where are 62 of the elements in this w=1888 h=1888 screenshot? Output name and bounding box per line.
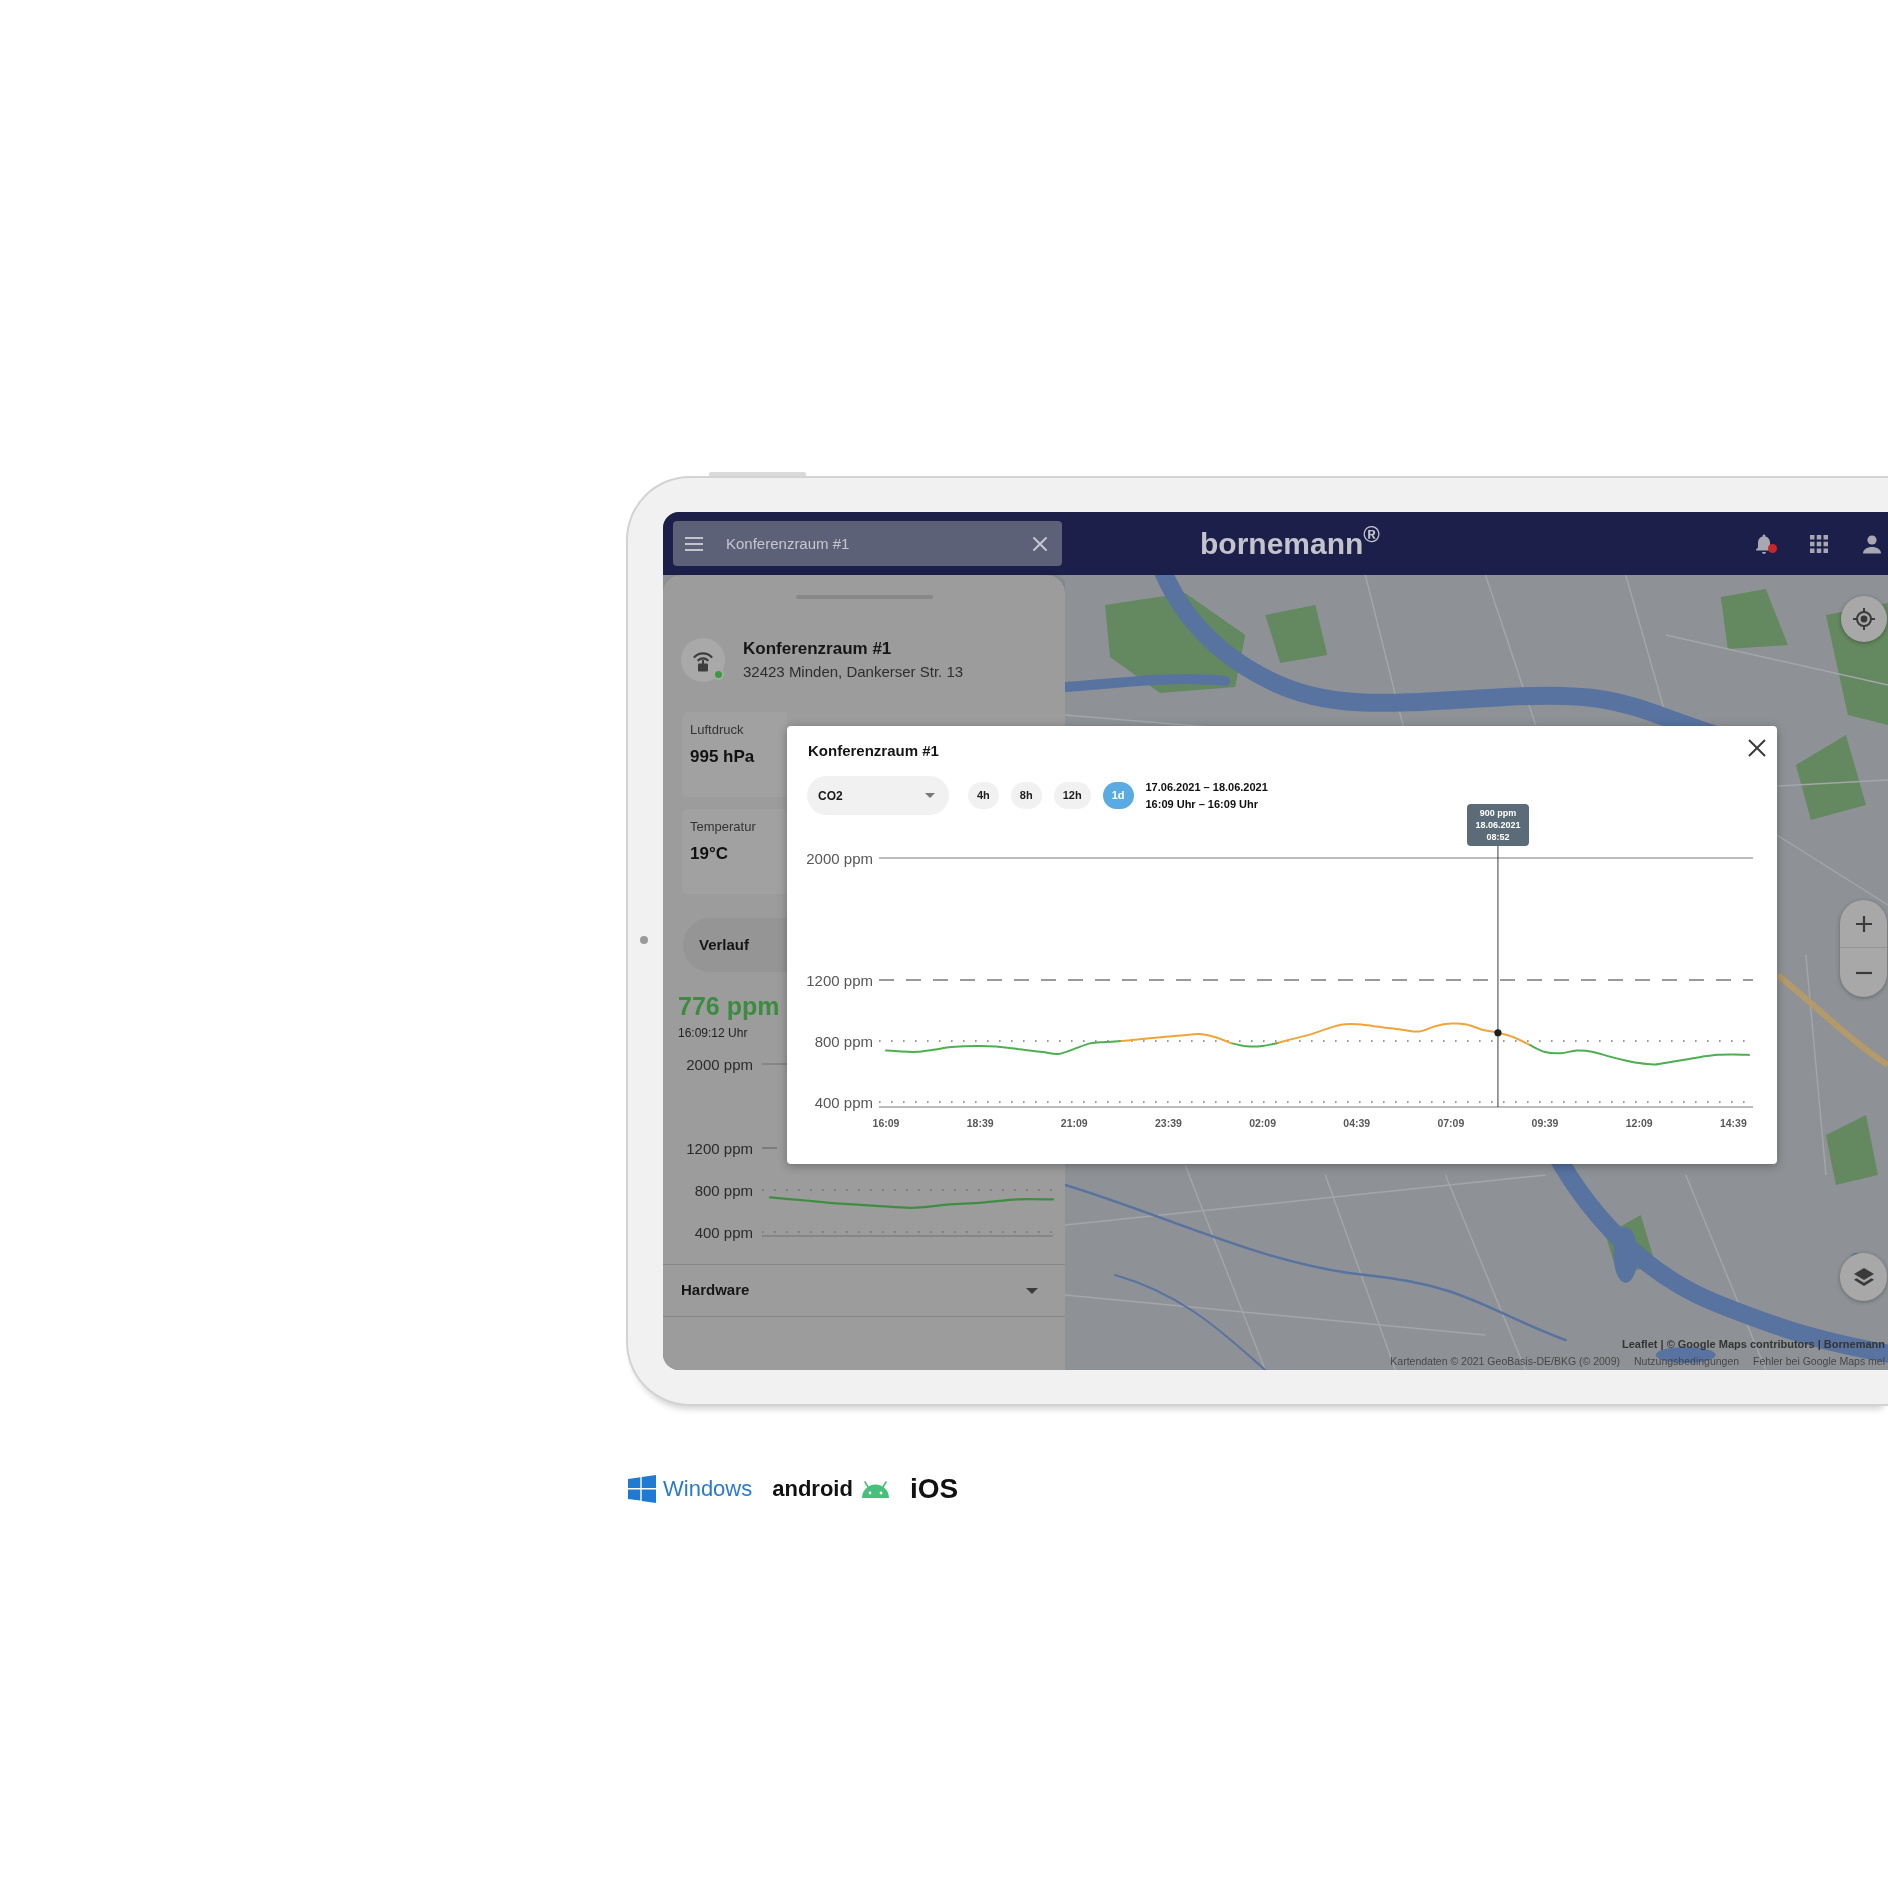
map-footer-link[interactable]: Nutzungsbedingungen xyxy=(1634,1354,1740,1368)
range-tab[interactable]: 8h xyxy=(1010,782,1042,809)
x-axis-label: 07:09 xyxy=(1437,1117,1465,1129)
section-header[interactable]: Hardware xyxy=(663,1264,1065,1317)
date-range-text: 17.06.2021 – 18.06.2021 xyxy=(1145,779,1268,795)
y-axis-label: 2000 ppm xyxy=(686,1055,753,1073)
platform-name: Windows xyxy=(663,1475,753,1503)
y-axis-label: 800 ppm xyxy=(694,1181,753,1199)
reading-time: 16:09:12 Uhr xyxy=(678,1026,748,1040)
menu-icon[interactable] xyxy=(685,537,703,551)
router-icon xyxy=(681,638,725,682)
metric-label: Temperatur xyxy=(690,819,757,835)
y-axis-label: 1200 ppm xyxy=(806,971,873,989)
x-axis-label: 09:39 xyxy=(1531,1117,1559,1129)
platform-name: android xyxy=(772,1475,853,1503)
chart-tooltip: 900 ppm 18.06.2021 08:52 xyxy=(1466,804,1529,846)
range-tab[interactable]: 12h xyxy=(1053,782,1091,809)
x-axis-label: 14:39 xyxy=(1719,1117,1747,1129)
map-footer-link[interactable]: Fehler bei Google Maps mel xyxy=(1753,1354,1885,1368)
location-title: Konferenzraum #1 xyxy=(743,638,893,659)
location-address: 32423 Minden, Dankerser Str. 13 xyxy=(743,661,964,682)
x-axis-label: 12:09 xyxy=(1625,1117,1653,1129)
y-axis-label: 400 ppm xyxy=(694,1223,753,1241)
x-axis-label: 23:39 xyxy=(1155,1117,1182,1129)
x-axis-label: 16:09 xyxy=(872,1117,900,1129)
layers-icon xyxy=(1852,1266,1875,1288)
date-range-text: 16:09 Uhr – 16:09 Uhr xyxy=(1145,796,1259,812)
windows-logo-icon xyxy=(628,1475,656,1503)
x-axis-label: 18:39 xyxy=(966,1117,994,1129)
y-axis-label: 800 ppm xyxy=(814,1032,873,1050)
y-axis-label: 400 ppm xyxy=(814,1093,873,1111)
locate-icon xyxy=(1852,607,1876,631)
dialog-title: Konferenzraum #1 xyxy=(808,742,939,760)
brand-logo: bornemann$^{®}$ xyxy=(1200,526,1380,561)
zoom-out-icon xyxy=(1854,970,1873,975)
close-icon[interactable] xyxy=(1032,536,1048,552)
data-point-marker-icon xyxy=(1494,1029,1502,1037)
user-icon[interactable] xyxy=(1862,533,1882,554)
x-axis-label: 04:39 xyxy=(1343,1117,1371,1129)
zoom-in-icon xyxy=(1854,914,1873,933)
map-attribution[interactable]: Leaflet | © Google Maps contributors | Bornemann xyxy=(1622,1337,1885,1351)
camera-icon xyxy=(640,936,648,944)
android-head-icon xyxy=(860,1480,890,1498)
range-tab[interactable]: 4h xyxy=(968,782,999,809)
apps-grid-icon[interactable] xyxy=(1810,534,1828,553)
y-axis-label: 2000 ppm xyxy=(806,849,873,867)
map-footer-link[interactable]: Kartendaten © 2021 GeoBasis-DE/BKG (© 2009) xyxy=(1390,1354,1620,1368)
x-axis-label: 02:09 xyxy=(1249,1117,1276,1129)
close-icon xyxy=(1747,738,1767,758)
caret-icon[interactable] xyxy=(1026,1287,1038,1294)
metric-value: 995 hPa xyxy=(690,747,756,767)
y-axis-label: 1200 ppm xyxy=(686,1139,753,1157)
platform-name: iOS xyxy=(909,1474,959,1504)
metric-label: Luftdruck xyxy=(690,722,745,738)
current-co2-value: 776 ppm xyxy=(678,991,780,1021)
tab[interactable]: Verlauf xyxy=(683,918,787,972)
metric-value: 19°C xyxy=(690,844,729,864)
close-button[interactable] xyxy=(1747,738,1767,758)
metric-dropdown[interactable]: CO2 xyxy=(807,776,949,815)
caret-icon xyxy=(925,793,935,798)
search-field[interactable]: Konferenzraum #1 xyxy=(673,521,1062,566)
x-axis-label: 21:09 xyxy=(1060,1117,1088,1129)
